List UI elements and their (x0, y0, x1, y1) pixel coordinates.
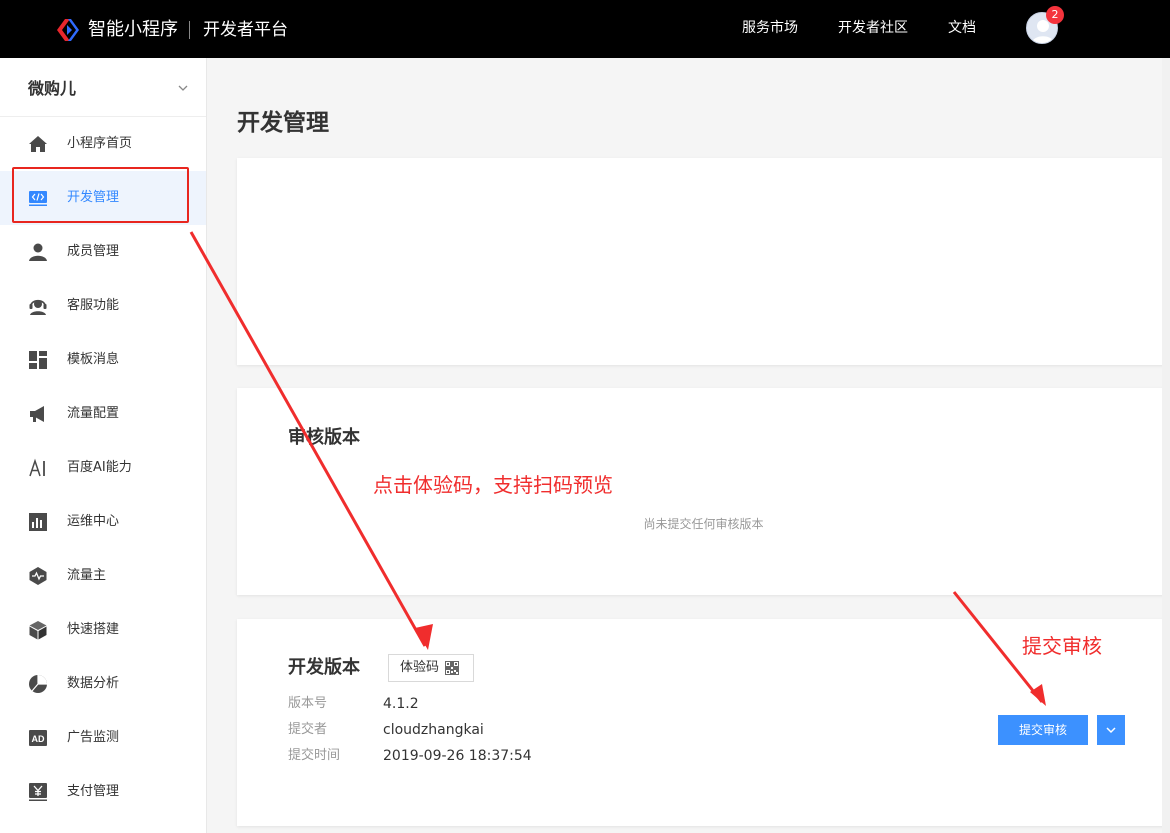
ai-icon (29, 458, 45, 477)
bar-chart-icon (29, 513, 47, 531)
sidebar-item-label: 运维中心 (67, 514, 120, 529)
sidebar-item-label: 数据分析 (67, 676, 120, 691)
ad-icon: AD (29, 730, 47, 746)
nav-docs[interactable]: 文档 (948, 18, 976, 38)
cube-icon (29, 621, 47, 640)
annotation-submit-hint: 提交审核 (1022, 634, 1102, 658)
sidebar-item-traffic-owner[interactable]: 流量主 (0, 549, 206, 603)
sidebar-item-label: 广告监测 (67, 730, 120, 745)
overview-card (237, 158, 1170, 365)
sidebar-item-ops-center[interactable]: 运维中心 (0, 495, 206, 549)
headset-icon (29, 299, 47, 315)
sidebar-item-members[interactable]: 成员管理 (0, 225, 206, 279)
sidebar-item-ad-monitor[interactable]: AD 广告监测 (0, 711, 206, 765)
sidebar-item-label: 支付管理 (67, 784, 120, 799)
brand-divider (189, 21, 190, 39)
chevron-down-icon (178, 85, 188, 91)
sidebar-item-home[interactable]: 小程序首页 (0, 117, 206, 171)
sidebar-item-baidu-ai[interactable]: 百度AI能力 (0, 441, 206, 495)
sidebar-item-label: 流量主 (67, 568, 107, 583)
sidebar-item-label: 成员管理 (67, 244, 120, 259)
svg-text:AD: AD (32, 734, 45, 744)
app-switcher[interactable]: 微购儿 (0, 58, 206, 117)
submit-time-value: 2019-09-26 18:37:54 (383, 748, 532, 764)
experience-qr-button[interactable]: 体验码 (388, 654, 474, 682)
submitter-value: cloudzhangkai (383, 722, 484, 738)
sidebar-item-label: 快速搭建 (67, 622, 120, 637)
brand-subtitle: 开发者平台 (203, 20, 288, 40)
version-number-value: 4.1.2 (383, 696, 419, 712)
brand-logo-icon[interactable] (56, 17, 82, 43)
notification-badge[interactable]: 2 (1046, 6, 1064, 24)
sidebar-item-label: 流量配置 (67, 406, 120, 421)
chevron-down-icon (1106, 727, 1116, 734)
sidebar-item-quick-build[interactable]: 快速搭建 (0, 603, 206, 657)
annotation-highlight-box (12, 167, 189, 223)
dev-version-title: 开发版本 (288, 657, 360, 678)
more-actions-button[interactable] (1097, 715, 1125, 745)
pie-chart-icon (29, 675, 47, 693)
sidebar-item-template-message[interactable]: 模板消息 (0, 333, 206, 387)
sidebar-item-label: 百度AI能力 (67, 460, 132, 475)
brand-name[interactable]: 智能小程序 (88, 17, 178, 43)
sidebar-item-label: 小程序首页 (67, 136, 133, 151)
review-empty-text: 尚未提交任何审核版本 (643, 517, 764, 531)
megaphone-icon (30, 406, 44, 422)
review-version-title: 审核版本 (288, 427, 360, 448)
sidebar-item-customer-service[interactable]: 客服功能 (0, 279, 206, 333)
annotation-qr-hint: 点击体验码，支持扫码预览 (373, 473, 613, 497)
sidebar-item-label: 模板消息 (67, 352, 120, 367)
sidebar-item-label: 客服功能 (67, 298, 120, 313)
page-title: 开发管理 (237, 110, 329, 136)
qr-code-icon (445, 661, 459, 675)
submit-review-button[interactable]: 提交审核 (998, 715, 1088, 745)
submitter-label: 提交者 (288, 722, 328, 737)
sidebar-item-payment[interactable]: 支付管理 (0, 765, 206, 819)
yen-icon (29, 783, 47, 801)
vertical-scrollbar[interactable] (1162, 58, 1170, 833)
app-name: 微购儿 (28, 79, 77, 98)
template-icon (29, 351, 47, 369)
nav-developer-community[interactable]: 开发者社区 (838, 18, 908, 38)
sidebar-item-traffic-config[interactable]: 流量配置 (0, 387, 206, 441)
version-number-label: 版本号 (288, 696, 328, 711)
submit-time-label: 提交时间 (288, 748, 341, 763)
user-icon (29, 243, 47, 261)
sidebar-item-data-analysis[interactable]: 数据分析 (0, 657, 206, 711)
experience-qr-label: 体验码 (400, 660, 440, 675)
nav-service-market[interactable]: 服务市场 (742, 18, 798, 38)
pulse-icon (29, 567, 47, 585)
top-bar: 智能小程序 开发者平台 服务市场 开发者社区 文档 2 (0, 0, 1170, 58)
home-icon (29, 136, 47, 152)
